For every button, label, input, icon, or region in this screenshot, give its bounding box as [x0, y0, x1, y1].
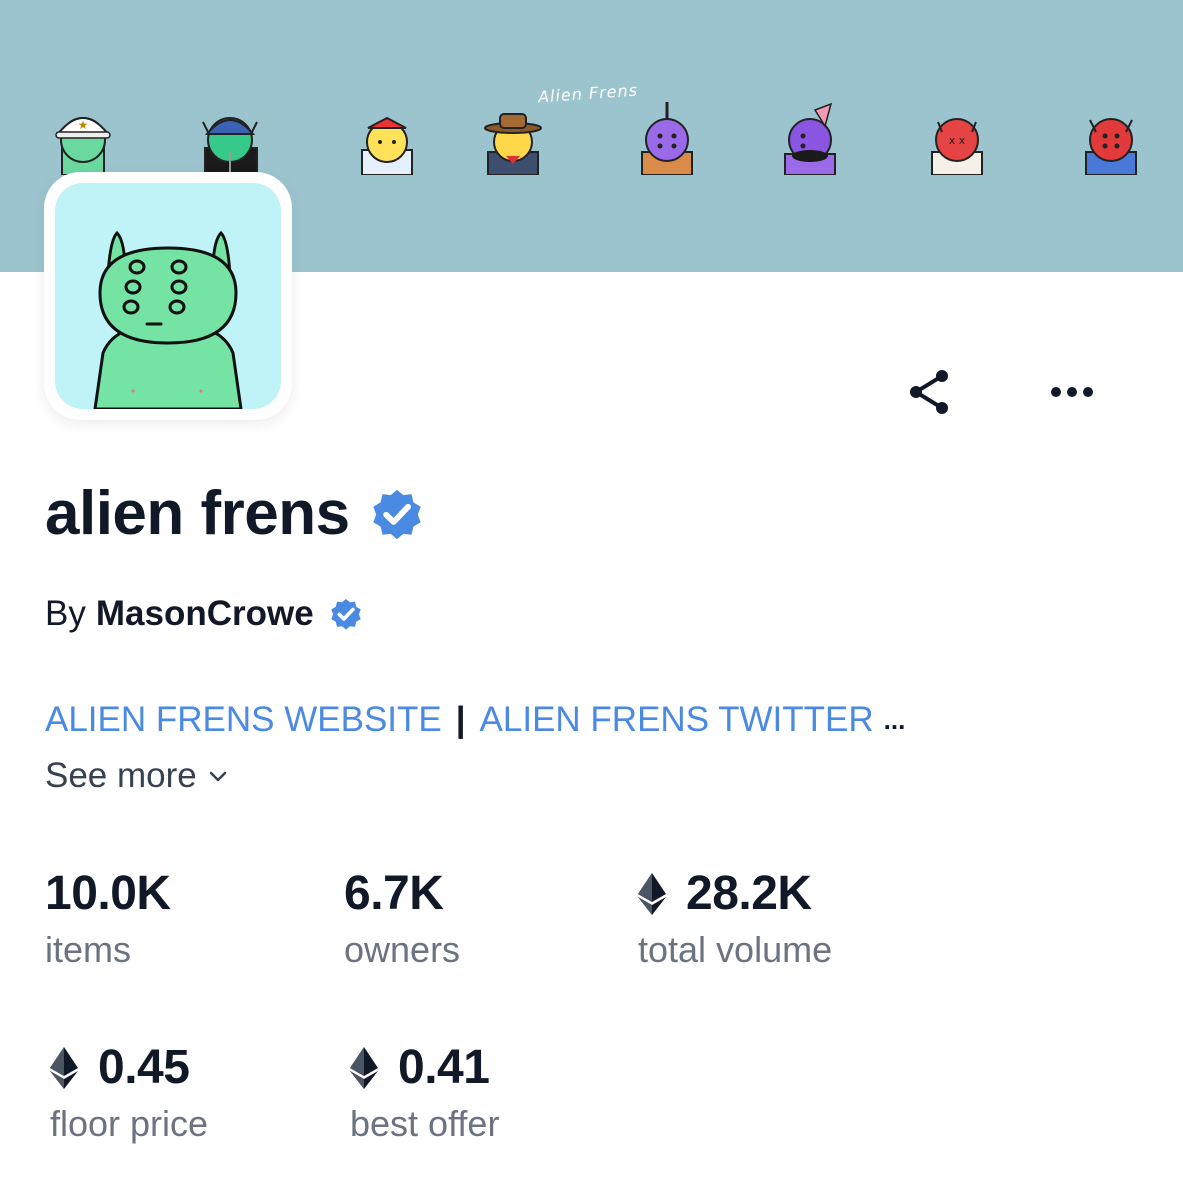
- verified-badge-icon: [330, 599, 361, 630]
- banner-character-2: [202, 117, 258, 175]
- stat-floor-price[interactable]: 0.45 floor price: [50, 1040, 208, 1145]
- verified-badge-icon: [372, 489, 421, 539]
- banner-character-4: [484, 113, 542, 175]
- by-label: By: [45, 594, 86, 633]
- banner-character-6: [784, 102, 836, 175]
- twitter-link[interactable]: ALIEN FRENS TWITTER: [480, 700, 874, 740]
- collection-name: alien frens: [45, 479, 350, 548]
- website-link[interactable]: ALIEN FRENS WEBSITE: [45, 700, 442, 740]
- see-more-button[interactable]: See more: [45, 756, 229, 796]
- stat-best-offer[interactable]: 0.41 best offer: [350, 1040, 499, 1145]
- alien-avatar-image: [55, 183, 281, 409]
- stat-label: floor price: [50, 1103, 209, 1144]
- stat-owners[interactable]: 6.7K owners: [344, 866, 460, 971]
- banner-character-5: [641, 102, 693, 175]
- stat-label: total volume: [638, 929, 833, 970]
- stat-label: owners: [344, 929, 461, 970]
- svg-text:x x: x x: [949, 134, 966, 147]
- banner-character-3: [361, 116, 413, 175]
- banner-character-7: x x: [931, 118, 983, 175]
- banner-character-8: [1085, 118, 1137, 175]
- ethereum-icon: [50, 1046, 78, 1089]
- chevron-down-icon: [209, 771, 226, 782]
- creator-row: By MasonCrowe: [45, 594, 364, 634]
- link-separator: |: [455, 700, 466, 739]
- share-button[interactable]: [900, 362, 960, 422]
- collection-title-row: alien frens: [45, 478, 426, 549]
- banner-title: Alien Frens: [537, 80, 639, 107]
- stat-value: 28.2K: [686, 867, 812, 920]
- description-links: ALIEN FRENS WEBSITE | ALIEN FRENS TWITTE…: [45, 700, 905, 740]
- stat-label: best offer: [350, 1103, 500, 1144]
- stat-value: 0.45: [98, 1041, 190, 1094]
- banner-character-1: ★: [55, 117, 111, 175]
- share-icon: [910, 370, 948, 414]
- see-more-label: See more: [45, 756, 197, 795]
- stat-value: 10.0K: [45, 867, 171, 920]
- collection-avatar: [44, 172, 292, 420]
- svg-text:★: ★: [78, 118, 89, 132]
- ethereum-icon: [350, 1046, 378, 1089]
- stat-label: items: [45, 929, 132, 970]
- stat-value: 0.41: [398, 1041, 490, 1094]
- more-options-button[interactable]: [1042, 362, 1102, 422]
- stat-items[interactable]: 10.0K items: [45, 866, 171, 971]
- stat-total-volume[interactable]: 28.2K total volume: [638, 866, 832, 971]
- more-horizontal-icon: [1051, 387, 1093, 397]
- creator-link[interactable]: MasonCrowe: [96, 594, 314, 634]
- truncation-ellipsis: ...: [883, 704, 906, 735]
- stat-value: 6.7K: [344, 867, 444, 920]
- ethereum-icon: [638, 872, 666, 915]
